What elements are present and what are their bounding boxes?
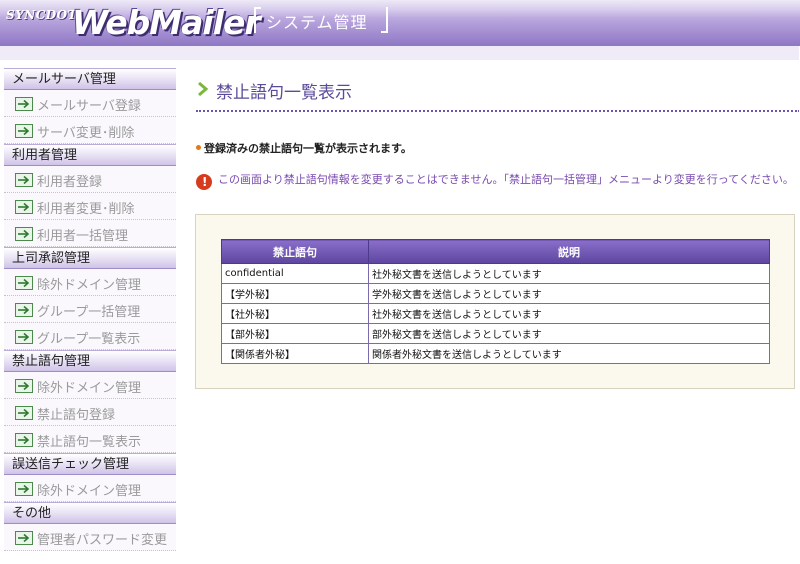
table-row: 【関係者外秘】 関係者外秘文書を送信しようとしています	[221, 343, 770, 364]
sidebar-item-label: 利用者一括管理	[37, 229, 129, 244]
bullet-icon	[196, 145, 201, 150]
arrow-right-icon	[15, 330, 33, 344]
sidebar-item[interactable]: 除外ドメイン管理	[4, 269, 176, 296]
table-row: confidential 社外秘文書を送信しようとしています	[221, 263, 770, 284]
sidebar-category: その他	[4, 502, 176, 524]
cell-description: 社外秘文書を送信しようとしています	[368, 263, 770, 284]
sidebar-item-label: グループ一覧表示	[37, 332, 141, 347]
arrow-right-icon	[15, 97, 33, 111]
arrow-right-icon	[15, 379, 33, 393]
cell-banned-word: 【関係者外秘】	[221, 343, 369, 364]
header-subbar	[0, 46, 800, 60]
arrow-right-icon	[15, 406, 33, 420]
cell-description: 社外秘文書を送信しようとしています	[368, 303, 770, 324]
cell-banned-word: 【学外秘】	[221, 283, 369, 304]
banned-words-table: 禁止語句 説明 confidential 社外秘文書を送信しようとしています 【学外…	[221, 239, 770, 364]
sidebar-item-label: 管理者パスワード変更	[37, 533, 168, 548]
sidebar-item[interactable]: グループ一括管理	[4, 296, 176, 323]
arrow-right-icon	[15, 433, 33, 447]
app-logo: WebMailer	[72, 3, 261, 42]
cell-banned-word: 【社外秘】	[221, 303, 369, 324]
arrow-right-icon	[15, 531, 33, 545]
arrow-right-icon	[15, 124, 33, 138]
arrow-right-icon	[15, 200, 33, 214]
sidebar-category: 利用者管理	[4, 144, 176, 166]
arrow-right-icon	[15, 276, 33, 290]
sidebar-item-label: 利用者変更･削除	[37, 202, 135, 217]
arrow-right-icon	[15, 482, 33, 496]
sidebar-category: 上司承認管理	[4, 247, 176, 269]
warning-message: この画面より禁止語句情報を変更することはできません。「禁止語句一括管理」メニュー…	[218, 173, 794, 186]
sidebar-item[interactable]: グループ一覧表示	[4, 323, 176, 350]
sidebar-item-label: メールサーバ登録	[37, 99, 141, 114]
column-header-word: 禁止語句	[221, 239, 369, 264]
sidebar-item-label: グループ一括管理	[37, 305, 141, 320]
table-header-row: 禁止語句 説明	[221, 239, 770, 264]
sidebar-item[interactable]: 利用者登録	[4, 166, 176, 193]
arrow-right-icon	[15, 227, 33, 241]
table-row: 【学外秘】 学外秘文書を送信しようとしています	[221, 283, 770, 304]
sidebar-item-label: 除外ドメイン管理	[37, 278, 142, 293]
warning-icon: !	[196, 174, 212, 190]
sidebar-item[interactable]: 除外ドメイン管理	[4, 372, 176, 399]
sidebar-item[interactable]: 除外ドメイン管理	[4, 475, 176, 502]
sidebar-menu: メールサーバ管理メールサーバ登録 サーバ変更･削除利用者管理利用者登録利用者変更･…	[4, 68, 176, 551]
sidebar-item[interactable]: サーバ変更･削除	[4, 117, 176, 144]
sidebar-item-label: 除外ドメイン管理	[37, 484, 142, 499]
sidebar-category: 誤送信チェック管理	[4, 453, 176, 475]
cell-banned-word: confidential	[221, 263, 369, 284]
sidebar-item-label: 禁止語句登録	[37, 408, 116, 423]
table-row: 【部外秘】 部外秘文書を送信しようとしています	[221, 323, 770, 344]
sidebar-item-label: サーバ変更･削除	[37, 126, 135, 141]
page-description: 登録済みの禁止語句一覧が表示されます。	[196, 140, 412, 156]
column-header-description: 説明	[368, 239, 770, 264]
app-header: SYNCDOT WebMailer システム管理	[0, 0, 800, 46]
sidebar-item-label: 除外ドメイン管理	[37, 381, 142, 396]
sidebar-item[interactable]: 利用者変更･削除	[4, 193, 176, 220]
sidebar-item[interactable]: 禁止語句登録	[4, 399, 176, 426]
page-title: 禁止語句一覧表示	[216, 83, 352, 103]
brand-logo: SYNCDOT	[6, 8, 78, 22]
page-description-text: 登録済みの禁止語句一覧が表示されます。	[204, 142, 412, 155]
cell-banned-word: 【部外秘】	[221, 323, 369, 344]
sidebar-item[interactable]: メールサーバ登録	[4, 90, 176, 117]
cell-description: 学外秘文書を送信しようとしています	[368, 283, 770, 304]
table-row: 【社外秘】 社外秘文書を送信しようとしています	[221, 303, 770, 324]
cell-description: 部外秘文書を送信しようとしています	[368, 323, 770, 344]
page-title-bar: 禁止語句一覧表示	[196, 78, 800, 112]
system-title: システム管理	[266, 13, 368, 32]
sidebar-item[interactable]: 管理者パスワード変更	[4, 524, 176, 551]
sidebar-item[interactable]: 利用者一括管理	[4, 220, 176, 247]
chevron-right-icon	[198, 81, 209, 97]
sidebar-category: 禁止語句管理	[4, 350, 176, 372]
cell-description: 関係者外秘文書を送信しようとしています	[368, 343, 770, 364]
sidebar-item-label: 利用者登録	[37, 175, 103, 190]
sidebar-item-label: 禁止語句一覧表示	[37, 435, 142, 450]
arrow-right-icon	[15, 173, 33, 187]
arrow-right-icon	[15, 303, 33, 317]
sidebar-category: メールサーバ管理	[4, 68, 176, 90]
sidebar-item[interactable]: 禁止語句一覧表示	[4, 426, 176, 453]
